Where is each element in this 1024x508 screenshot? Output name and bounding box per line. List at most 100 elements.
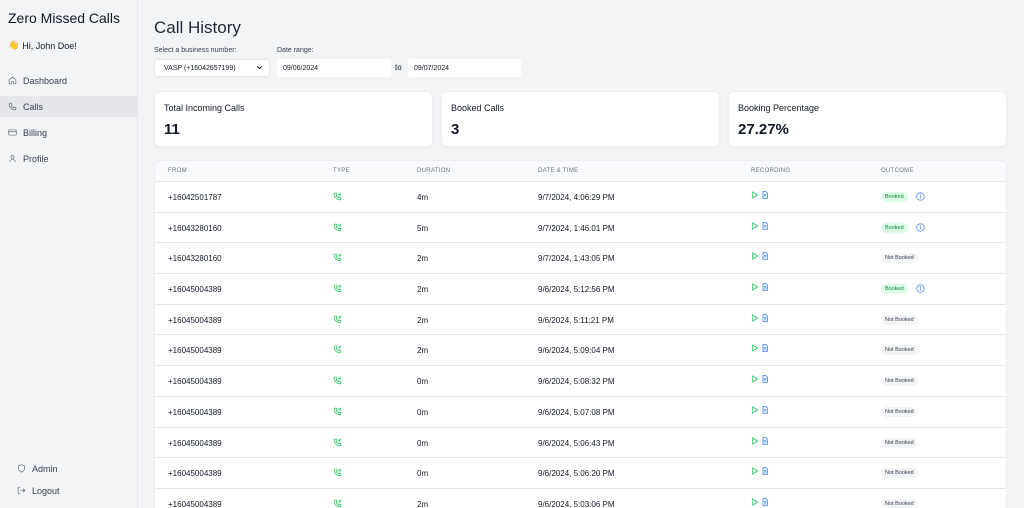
outcome-badge: Booked xyxy=(881,192,908,202)
cell-from: +16045004389 xyxy=(168,499,222,508)
transcript-icon[interactable] xyxy=(761,314,769,322)
cell-datetime: 9/6/2024, 5:03:06 PM xyxy=(538,499,615,508)
play-icon[interactable] xyxy=(751,221,759,230)
cell-duration: 2m xyxy=(417,315,429,325)
incoming-call-icon xyxy=(333,437,342,446)
play-icon[interactable] xyxy=(751,375,759,383)
transcript-icon[interactable] xyxy=(761,283,769,291)
recording-controls xyxy=(751,221,769,230)
table-row[interactable]: +16045004389 0m 9/6/2024, 5:08:32 PM Not… xyxy=(155,366,1006,397)
column-header-from: From xyxy=(168,168,187,174)
table-row[interactable]: +16045004389 0m 9/6/2024, 5:06:20 PM Not… xyxy=(155,458,1006,489)
transcript-icon[interactable] xyxy=(761,406,769,414)
cell-from: +16043280160 xyxy=(168,254,222,264)
chevron-down-icon xyxy=(256,66,263,70)
table-row[interactable]: +16042501787 4m 9/7/2024, 4:06:29 PM Boo… xyxy=(155,182,1006,213)
info-icon[interactable] xyxy=(916,284,925,293)
play-icon[interactable] xyxy=(751,406,759,414)
outcome-badge: Not Booked xyxy=(881,406,918,417)
play-icon[interactable] xyxy=(751,191,759,199)
call-history-table: From Type Duration Date & Time Recording… xyxy=(154,160,1007,508)
cell-from: +16045004389 xyxy=(168,438,222,448)
stat-label: Total Incoming Calls xyxy=(164,103,245,113)
sidebar-item-calls[interactable]: Calls xyxy=(0,96,137,117)
cell-datetime: 9/7/2024, 1:43:05 PM xyxy=(538,254,615,264)
logout-icon xyxy=(17,486,26,495)
incoming-call-icon xyxy=(333,315,342,324)
transcript-icon[interactable] xyxy=(761,344,769,353)
play-icon[interactable] xyxy=(751,344,759,353)
cell-from: +16045004389 xyxy=(168,315,222,325)
column-header-outcome: Outcome xyxy=(881,168,914,174)
incoming-call-icon xyxy=(333,345,342,354)
play-icon[interactable] xyxy=(751,314,759,322)
table-body: +16042501787 4m 9/7/2024, 4:06:29 PM Boo… xyxy=(155,182,1006,508)
table-row[interactable]: +16045004389 0m 9/6/2024, 5:06:43 PM Not… xyxy=(155,428,1006,459)
home-icon xyxy=(8,76,17,85)
cell-from: +16045004389 xyxy=(168,469,222,479)
stat-label: Booked Calls xyxy=(451,103,505,113)
table-header: From Type Duration Date & Time Recording… xyxy=(155,161,1006,182)
cell-duration: 0m xyxy=(417,377,429,387)
cell-duration: 2m xyxy=(417,254,429,264)
cell-datetime: 9/6/2024, 5:06:20 PM xyxy=(538,469,615,479)
wave-icon: 👋 xyxy=(8,40,20,50)
shield-icon xyxy=(18,464,25,473)
sidebar-item-logout[interactable]: Logout xyxy=(0,480,137,501)
play-icon[interactable] xyxy=(751,252,759,261)
incoming-call-icon xyxy=(333,376,342,385)
cell-duration: 2m xyxy=(417,499,429,508)
transcript-icon[interactable] xyxy=(761,252,769,261)
business-number-select[interactable]: VASP (+16042657199) xyxy=(154,59,270,77)
cell-duration: 2m xyxy=(417,285,429,295)
table-row[interactable]: +16043280160 5m 9/7/2024, 1:46:01 PM Boo… xyxy=(155,213,1006,244)
cell-duration: 0m xyxy=(417,469,429,479)
table-row[interactable]: +16045004389 0m 9/6/2024, 5:07:08 PM Not… xyxy=(155,397,1006,428)
info-icon[interactable] xyxy=(916,223,925,232)
stat-label: Booking Percentage xyxy=(738,103,820,113)
date-range-label: Date range: xyxy=(277,47,314,54)
sidebar-item-profile[interactable]: Profile xyxy=(0,148,137,169)
table-row[interactable]: +16045004389 2m 9/6/2024, 5:12:56 PM Boo… xyxy=(155,274,1006,305)
stat-value: 3 xyxy=(451,121,460,138)
play-icon[interactable] xyxy=(751,498,759,506)
sidebar-item-billing[interactable]: Billing xyxy=(0,122,137,143)
sidebar-item-dashboard[interactable]: Dashboard xyxy=(0,70,137,91)
cell-datetime: 9/6/2024, 5:07:08 PM xyxy=(538,407,615,417)
column-header-datetime: Date & Time xyxy=(538,168,579,174)
table-row[interactable]: +16045004389 2m 9/6/2024, 5:03:06 PM Not… xyxy=(155,489,1006,508)
play-icon[interactable] xyxy=(751,436,759,445)
cell-datetime: 9/6/2024, 5:12:56 PM xyxy=(538,285,615,295)
sidebar-nav: Dashboard Calls Billing Profile xyxy=(0,70,137,174)
play-icon[interactable] xyxy=(751,283,759,291)
play-icon[interactable] xyxy=(751,467,759,475)
transcript-icon[interactable] xyxy=(761,191,769,199)
transcript-icon[interactable] xyxy=(761,467,769,475)
table-row[interactable]: +16045004389 2m 9/6/2024, 5:09:04 PM Not… xyxy=(155,335,1006,367)
transcript-icon[interactable] xyxy=(761,221,769,230)
sidebar-item-label: Profile xyxy=(23,153,49,164)
recording-controls xyxy=(751,283,769,291)
date-from-input[interactable]: 09/06/2024 xyxy=(277,59,391,77)
incoming-call-icon xyxy=(333,192,342,201)
transcript-icon[interactable] xyxy=(761,375,769,383)
transcript-icon[interactable] xyxy=(761,436,769,445)
recording-controls xyxy=(751,191,769,199)
date-to-input[interactable]: 09/07/2024 xyxy=(408,59,521,77)
phone-icon xyxy=(8,102,17,111)
info-icon[interactable] xyxy=(916,192,925,201)
column-header-type: Type xyxy=(333,168,350,174)
cell-datetime: 9/7/2024, 1:46:01 PM xyxy=(538,223,615,233)
recording-controls xyxy=(751,252,769,261)
table-row[interactable]: +16043280160 2m 9/7/2024, 1:43:05 PM Not… xyxy=(155,243,1006,275)
transcript-icon[interactable] xyxy=(761,498,769,506)
table-row[interactable]: +16045004389 2m 9/6/2024, 5:11:21 PM Not… xyxy=(155,305,1006,336)
cell-from: +16045004389 xyxy=(168,285,222,295)
incoming-call-icon xyxy=(333,284,342,293)
incoming-call-icon xyxy=(333,499,342,508)
cell-datetime: 9/6/2024, 5:06:43 PM xyxy=(538,438,615,448)
sidebar-bottom-nav: Admin Logout xyxy=(0,458,137,502)
recording-controls xyxy=(751,314,769,322)
sidebar-item-admin[interactable]: Admin xyxy=(0,458,137,479)
sidebar-item-label: Dashboard xyxy=(23,75,68,86)
